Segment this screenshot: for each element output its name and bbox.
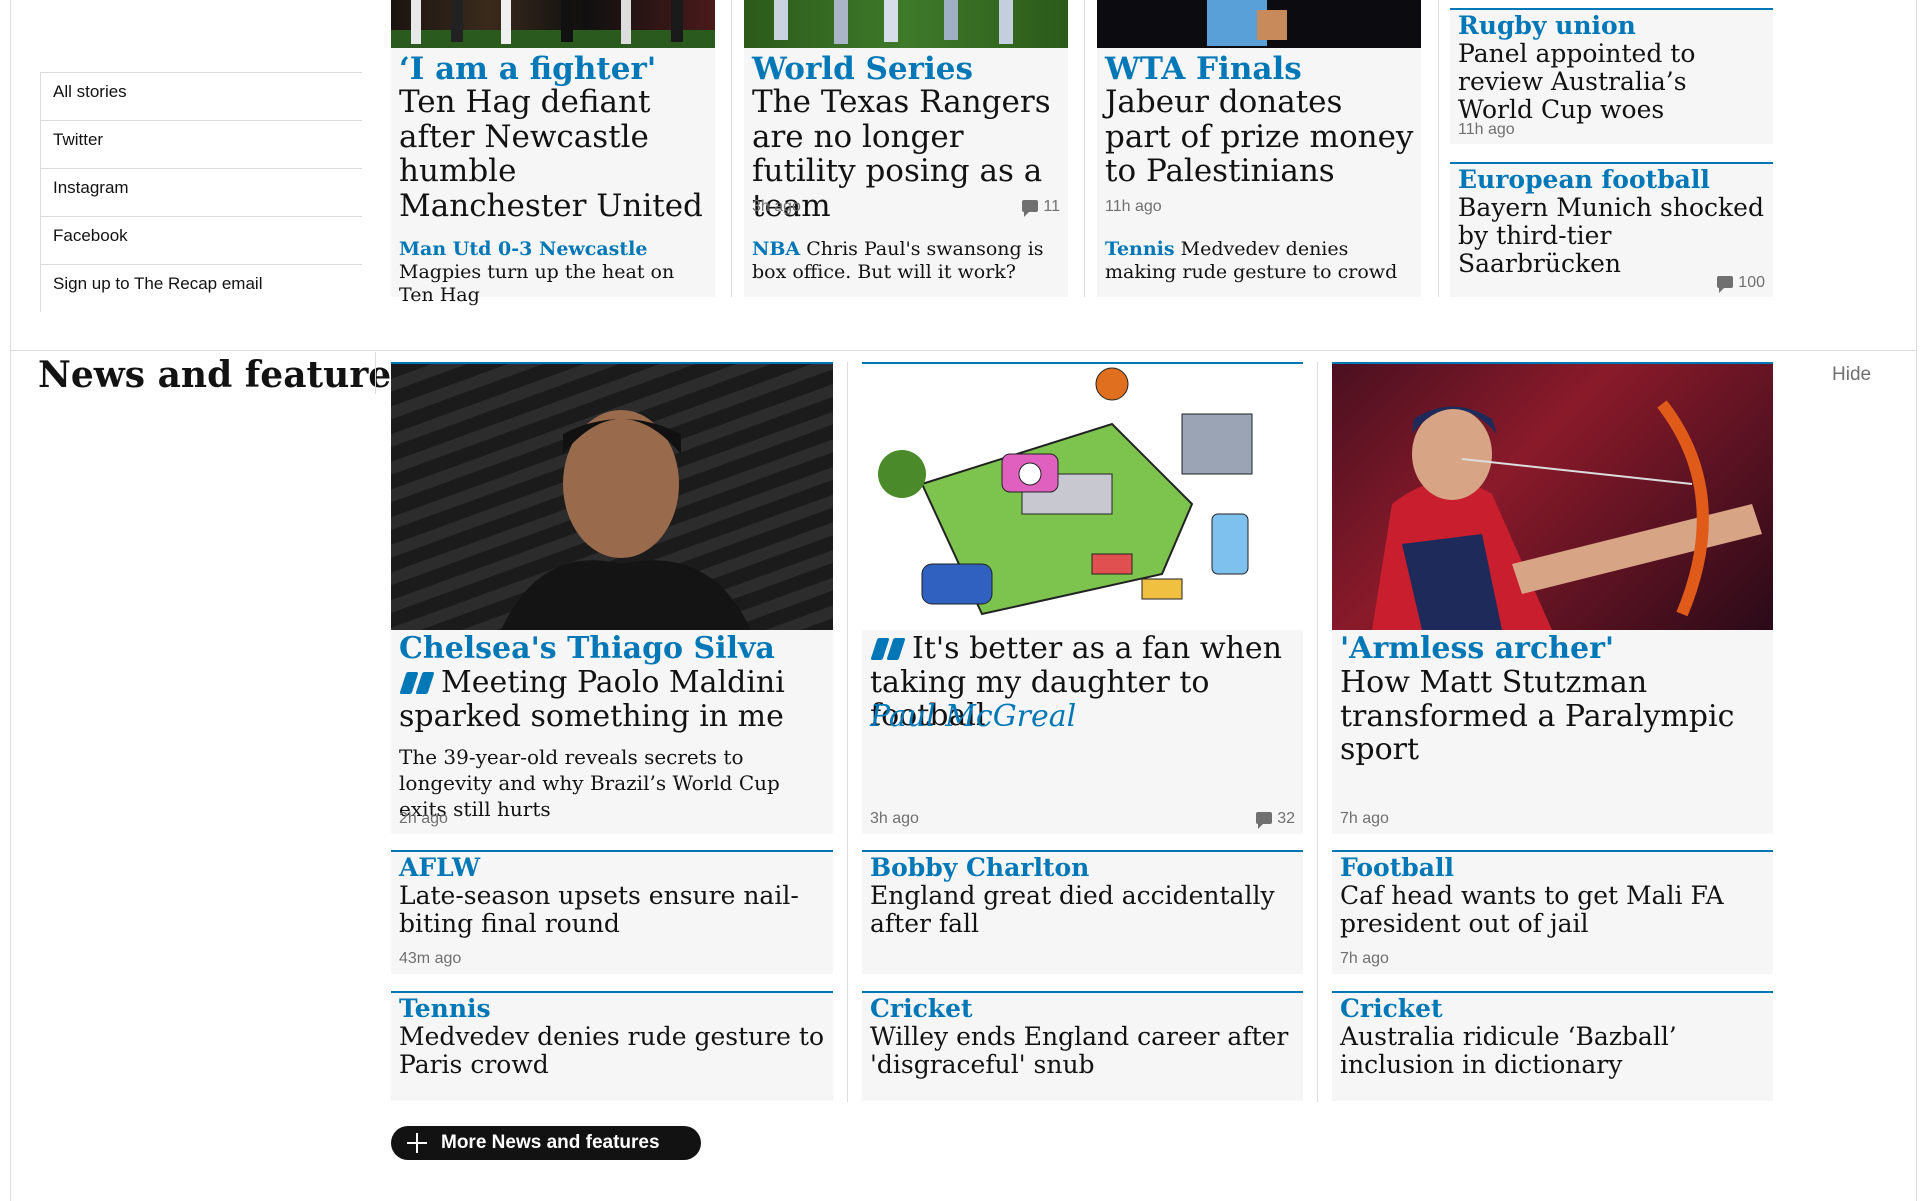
comment-icon [1256, 812, 1273, 829]
story-kicker: World Series [752, 51, 973, 87]
story-kicker: ‘I am a fighter' [399, 51, 657, 87]
story-headline: Meeting Paolo Maldini sparked something … [399, 665, 785, 734]
more-button-label: More News and features [441, 1132, 660, 1153]
story-kicker: Cricket [1340, 994, 1443, 1023]
sublink-kicker: Man Utd 0-3 Newcastle [399, 238, 648, 260]
story-headline: Bayern Munich shocked by third-tier Saar… [1458, 193, 1764, 278]
section-title: News and features [38, 354, 412, 396]
story-image [862, 364, 1303, 630]
column-divider [1438, 0, 1439, 297]
story-image [1332, 364, 1773, 630]
feature-card-thiago-silva[interactable]: Chelsea's Thiago Silva Meeting Paolo Mal… [391, 362, 833, 834]
story-headline: Jabeur donates part of prize money to Pa… [1105, 84, 1414, 190]
story-timestamp: 3h ago [870, 810, 919, 827]
story-headline: England great died accidentally after fa… [870, 881, 1275, 938]
hide-section-button[interactable]: Hide [1832, 364, 1871, 386]
story-kicker: Chelsea's Thiago Silva [399, 631, 775, 666]
story-card-jabeur[interactable]: WTA Finals Jabeur donates part of prize … [1097, 0, 1421, 297]
story-image [1097, 0, 1421, 48]
story-timestamp: 2h ago [399, 810, 448, 827]
story-card-aflw[interactable]: AFLW Late-season upsets ensure nail-biti… [391, 850, 833, 974]
story-card-ten-hag[interactable]: ‘I am a fighter' Ten Hag defiant after N… [391, 0, 715, 306]
story-timestamp: 3h ago [752, 198, 801, 215]
story-byline[interactable]: Paul McGreal [870, 700, 1076, 734]
story-kicker: AFLW [399, 853, 481, 882]
story-kicker: Bobby Charlton [870, 853, 1090, 882]
story-standfirst: The 39-year-old reveals secrets to longe… [399, 745, 780, 821]
baseball-photo [774, 0, 1013, 44]
story-timestamp: 11h ago [1458, 121, 1515, 138]
story-card-bobby-charlton[interactable]: Bobby Charlton England great died accide… [862, 850, 1303, 974]
sublink[interactable]: Tennis Medvedev denies making rude gestu… [1105, 238, 1415, 284]
sublink[interactable]: Man Utd 0-3 Newcastle Magpies turn up th… [399, 238, 709, 306]
column-divider [731, 0, 732, 297]
sublink-text: Magpies turn up the heat on Ten Hag [399, 260, 675, 306]
story-headline: Medvedev denies rude gesture to Paris cr… [399, 1022, 825, 1079]
story-headline: Late-season upsets ensure nail-biting fi… [399, 881, 799, 938]
story-card-caf[interactable]: Football Caf head wants to get Mali FA p… [1332, 850, 1773, 974]
link-facebook[interactable]: Facebook [40, 216, 362, 264]
story-kicker: Rugby union [1458, 11, 1636, 40]
section-divider [10, 350, 1917, 351]
story-kicker: 'Armless archer' [1340, 631, 1615, 666]
title-divider [375, 352, 376, 394]
portrait-photo [501, 410, 751, 630]
story-image [391, 0, 715, 48]
comment-count[interactable]: 11 [1022, 198, 1060, 217]
comment-count[interactable]: 100 [1717, 274, 1765, 293]
story-kicker: Football [1340, 853, 1454, 882]
sublink[interactable]: NBA Chris Paul's swansong is box office.… [752, 238, 1062, 284]
story-card-willey[interactable]: Cricket Willey ends England career after… [862, 991, 1303, 1101]
link-recap-signup[interactable]: Sign up to The Recap email [40, 264, 362, 312]
plus-icon [407, 1133, 427, 1153]
story-image [744, 0, 1068, 48]
illustration [878, 367, 1253, 616]
story-card-medvedev[interactable]: Tennis Medvedev denies rude gesture to P… [391, 991, 833, 1101]
story-headline: Willey ends England career after 'disgra… [870, 1022, 1289, 1079]
story-timestamp: 43m ago [399, 950, 462, 967]
feature-card-armless-archer[interactable]: 'Armless archer' How Matt Stutzman trans… [1332, 362, 1773, 834]
column-divider [1317, 362, 1318, 1102]
stadium-photo [391, 0, 715, 48]
sublink-kicker: Tennis [1105, 238, 1175, 260]
comment-icon [1022, 200, 1039, 217]
story-timestamp: 7h ago [1340, 810, 1389, 827]
more-news-button[interactable]: More News and features [391, 1126, 701, 1160]
comment-count[interactable]: 32 [1256, 810, 1295, 829]
story-kicker: Cricket [870, 994, 973, 1023]
page-frame-right [1916, 0, 1917, 1201]
column-divider [1084, 0, 1085, 297]
story-kicker: European football [1458, 165, 1710, 194]
archer-photo [1372, 400, 1762, 630]
story-card-rangers[interactable]: World Series The Texas Rangers are no lo… [744, 0, 1068, 297]
story-image [391, 364, 833, 630]
story-headline: Australia ridicule ‘Bazball’ inclusion i… [1340, 1022, 1677, 1079]
story-headline: How Matt Stutzman transformed a Paralymp… [1340, 665, 1735, 768]
social-links-list: All stories Twitter Instagram Facebook S… [40, 72, 362, 312]
story-timestamp: 11h ago [1105, 198, 1162, 215]
story-headline: Caf head wants to get Mali FA president … [1340, 881, 1724, 938]
story-headline: Ten Hag defiant after Newcastle humble M… [399, 84, 703, 225]
comment-icon [1717, 276, 1734, 293]
story-headline: Panel appointed to review Australia’s Wo… [1458, 39, 1696, 124]
column-divider [847, 362, 848, 1102]
link-instagram[interactable]: Instagram [40, 168, 362, 216]
story-kicker: WTA Finals [1105, 51, 1302, 87]
story-kicker: Tennis [399, 994, 491, 1023]
quote-icon [399, 672, 435, 694]
link-twitter[interactable]: Twitter [40, 120, 362, 168]
link-all-stories[interactable]: All stories [40, 72, 362, 120]
story-card-rugby[interactable]: Rugby union Panel appointed to review Au… [1450, 8, 1773, 144]
page-frame-left [10, 0, 11, 1201]
story-card-bayern[interactable]: European football Bayern Munich shocked … [1450, 162, 1773, 297]
feature-card-fan-daughter[interactable]: It's better as a fan when taking my daug… [862, 362, 1303, 834]
quote-icon [870, 638, 906, 660]
story-card-bazball[interactable]: Cricket Australia ridicule ‘Bazball’ inc… [1332, 991, 1773, 1101]
tennis-photo [1207, 0, 1287, 46]
story-timestamp: 7h ago [1340, 950, 1389, 967]
sublink-kicker: NBA [752, 238, 801, 260]
